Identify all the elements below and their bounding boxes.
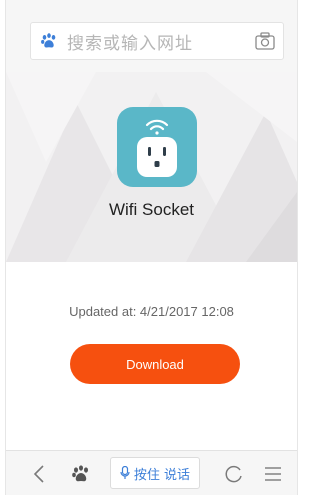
top-bar: 搜索或输入网址	[6, 0, 297, 72]
menu-button[interactable]	[258, 451, 288, 495]
voice-search-button[interactable]: 按住 说话	[110, 457, 200, 489]
app-icon	[117, 107, 197, 187]
refresh-icon	[225, 465, 242, 482]
back-button[interactable]	[24, 451, 54, 495]
camera-icon[interactable]	[255, 32, 275, 50]
chevron-left-icon	[33, 464, 44, 483]
baidu-home-button[interactable]	[66, 451, 96, 495]
microphone-icon	[120, 466, 130, 479]
baidu-paw-icon	[72, 464, 88, 481]
search-placeholder: 搜索或输入网址	[67, 33, 193, 54]
app-name: Wifi Socket	[108, 200, 195, 219]
browser-frame: 搜索或输入网址 Wifi Socket Updated at: 4/21/201…	[5, 0, 298, 495]
download-button[interactable]: Download	[70, 344, 240, 384]
search-input[interactable]: 搜索或输入网址	[30, 22, 284, 60]
bottom-toolbar: 按住 说话	[6, 450, 297, 495]
app-hero: Wifi Socket	[6, 72, 297, 262]
hamburger-menu-icon	[265, 466, 281, 481]
updated-text: Updated at: 4/21/2017 12:08	[69, 304, 234, 319]
wifi-socket-icon	[137, 119, 177, 177]
baidu-paw-icon	[41, 33, 56, 48]
voice-search-label: 按住 说话	[133, 467, 191, 483]
refresh-button[interactable]	[219, 451, 249, 495]
